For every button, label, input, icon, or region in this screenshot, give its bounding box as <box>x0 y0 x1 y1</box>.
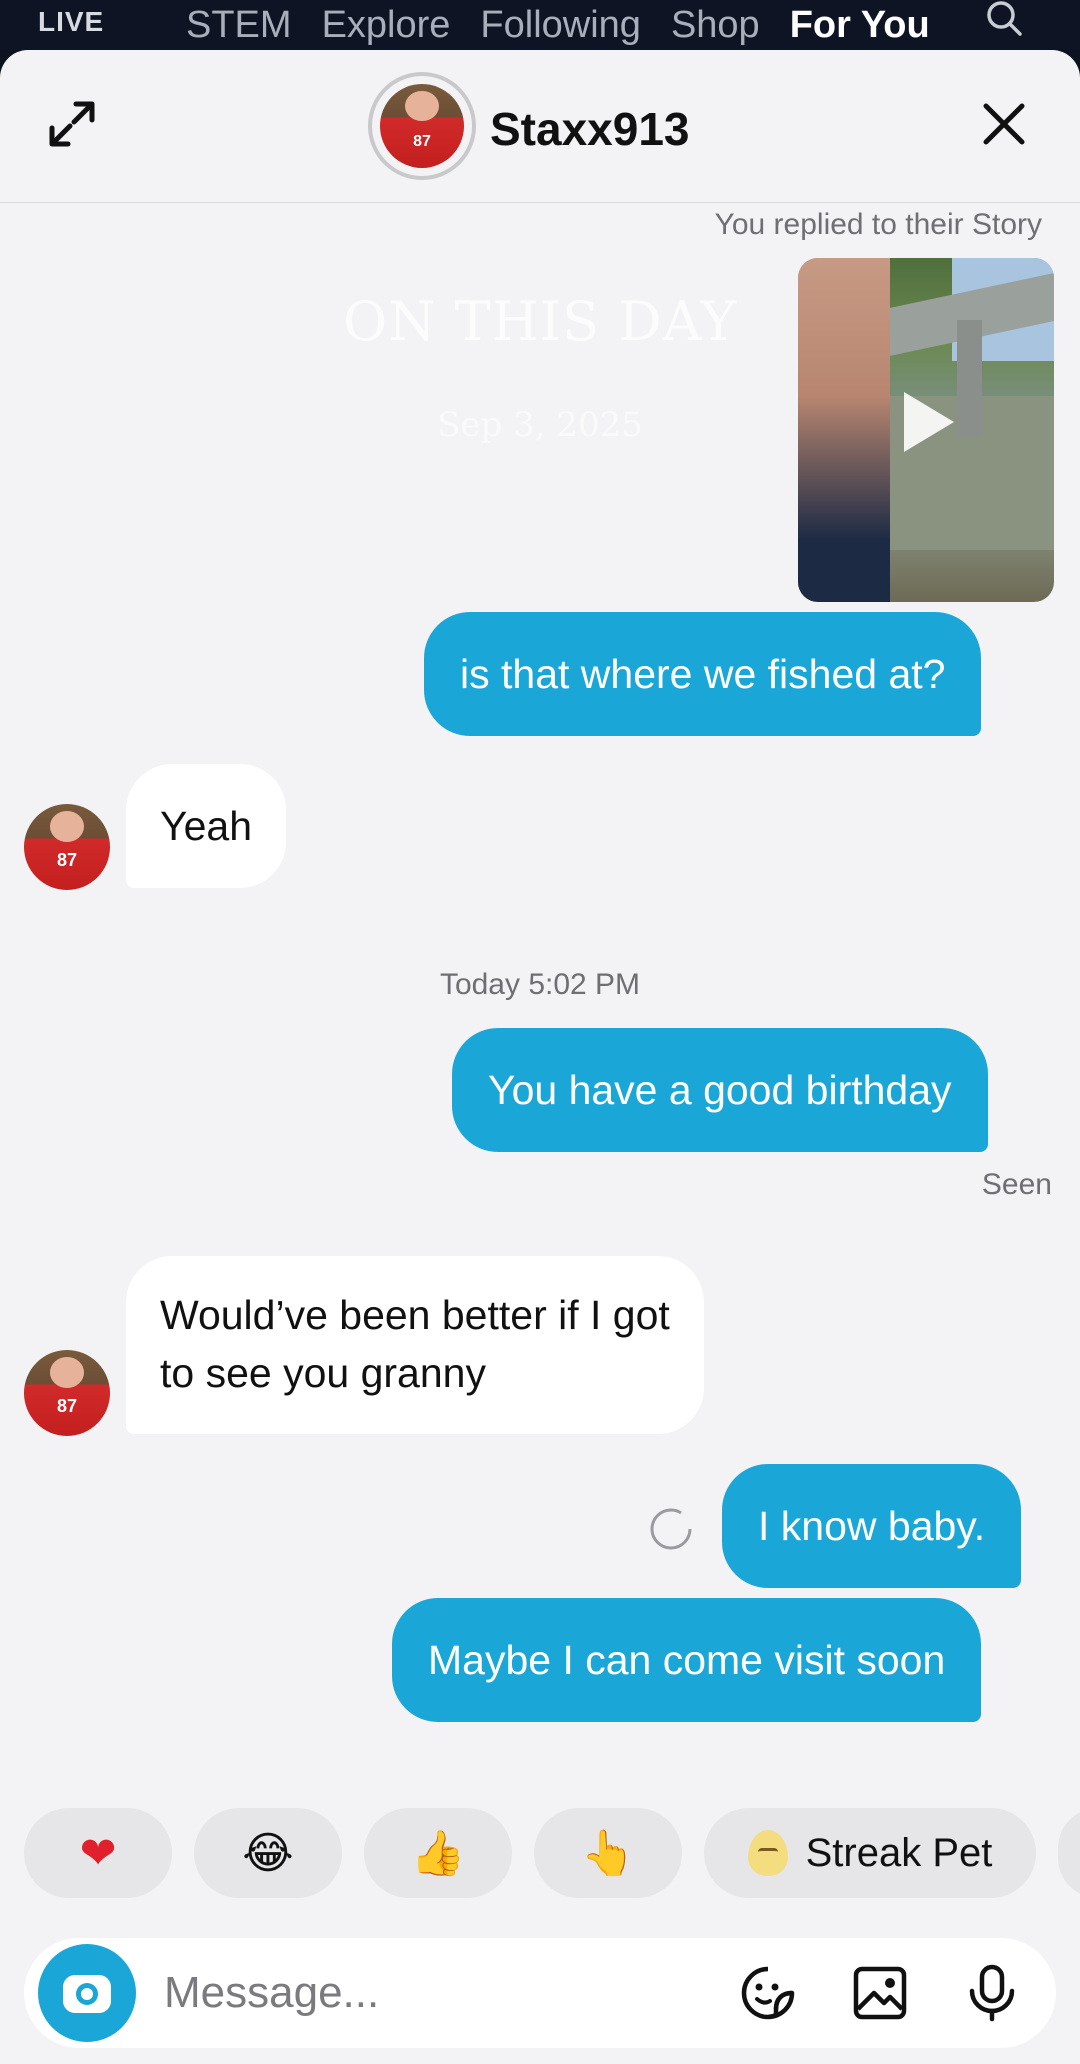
message-outgoing[interactable]: I know baby. <box>722 1464 1022 1588</box>
story-reply-label: You replied to their Story <box>714 208 1042 241</box>
message-outgoing[interactable]: Maybe I can come visit soon <box>392 1598 982 1722</box>
avatar-photo: 87 <box>380 84 464 168</box>
tab-stem[interactable]: STEM <box>186 4 292 47</box>
story-overlay-date: Sep 3, 2025 <box>437 405 643 445</box>
story-overlay-title: ON THIS DAY <box>342 290 738 353</box>
seen-status: Seen <box>981 1168 1052 1201</box>
message-composer: Message... <box>24 1938 1056 2048</box>
reaction-thumbs-up-button[interactable]: 👍 <box>364 1808 512 1898</box>
laughing-face-icon: 😂 <box>242 1827 294 1879</box>
close-icon[interactable] <box>980 100 1028 148</box>
pointing-hand-icon: 👆 <box>580 1828 636 1879</box>
heart-icon: ❤ <box>79 1827 117 1879</box>
message-outgoing[interactable]: You have a good birthday <box>452 1028 988 1152</box>
live-tab[interactable]: LIVE <box>38 6 104 38</box>
gallery-icon[interactable] <box>850 1963 910 2023</box>
reaction-more-chip[interactable] <box>1058 1808 1080 1898</box>
microphone-icon[interactable] <box>962 1963 1022 2023</box>
tab-shop[interactable]: Shop <box>671 4 760 47</box>
top-nav-tabs: STEM Explore Following Shop For You <box>186 4 930 47</box>
streak-pet-button[interactable]: Streak Pet <box>704 1808 1036 1898</box>
sticker-icon[interactable] <box>738 1963 798 2023</box>
message-incoming[interactable]: Yeah <box>126 764 286 888</box>
streak-pet-label: Streak Pet <box>805 1830 993 1875</box>
tab-for-you[interactable]: For You <box>790 4 930 47</box>
chat-header: 87 Staxx913 <box>0 50 1080 203</box>
sender-avatar[interactable]: 87 <box>24 1350 110 1436</box>
message-input[interactable]: Message... <box>164 1968 379 2018</box>
sending-spinner-icon <box>650 1508 692 1550</box>
reaction-laugh-button[interactable]: 😂 <box>194 1808 342 1898</box>
message-outgoing[interactable]: is that where we fished at? <box>424 612 982 736</box>
quick-reactions: ❤ 😂 👍 👆 Streak Pet <box>24 1808 1080 1898</box>
top-nav: LIVE STEM Explore Following Shop For You <box>0 0 1080 50</box>
reaction-point-button[interactable]: 👆 <box>534 1808 682 1898</box>
chat-sheet: 87 Staxx913 You replied to their Story O… <box>0 50 1080 2064</box>
streak-pet-egg-icon <box>747 1830 788 1876</box>
chat-username[interactable]: Staxx913 <box>490 102 690 156</box>
tab-following[interactable]: Following <box>480 4 641 47</box>
expand-icon[interactable] <box>42 94 102 154</box>
sender-avatar[interactable]: 87 <box>24 804 110 890</box>
message-incoming[interactable]: Would’ve been better if I got to see you… <box>126 1256 704 1434</box>
message-timestamp: Today 5:02 PM <box>439 968 641 1001</box>
avatar-jersey-number: 87 <box>413 132 431 150</box>
camera-icon <box>63 1975 111 2013</box>
message-line: to see you granny <box>160 1350 486 1396</box>
message-line: Would’ve been better if I got <box>160 1292 670 1338</box>
thumbs-up-icon: 👍 <box>410 1828 466 1879</box>
search-icon[interactable] <box>984 0 1024 40</box>
camera-button[interactable] <box>38 1944 136 2042</box>
reaction-heart-button[interactable]: ❤ <box>24 1808 172 1898</box>
play-icon <box>904 392 954 452</box>
story-thumbnail[interactable] <box>798 258 1054 602</box>
header-avatar[interactable]: 87 <box>368 72 476 180</box>
tab-explore[interactable]: Explore <box>322 4 451 47</box>
